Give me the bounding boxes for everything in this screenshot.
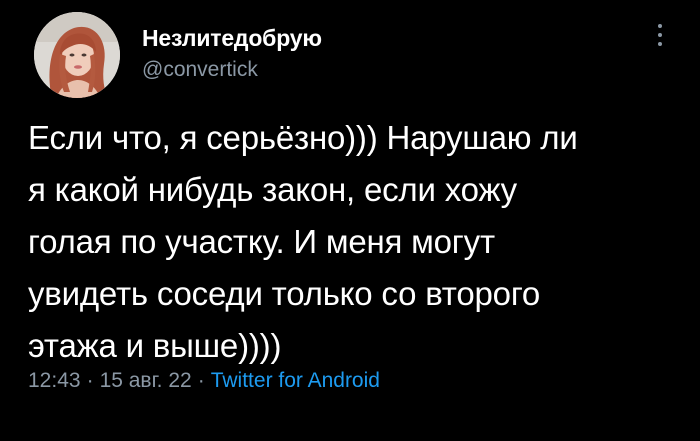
avatar-image	[34, 12, 120, 98]
tweet-source-link[interactable]: Twitter for Android	[211, 369, 380, 392]
separator: ·	[86, 369, 94, 392]
tweet: Незлитедобрую @convertick Если что, я се…	[0, 0, 700, 441]
separator: ·	[197, 369, 205, 392]
tweet-date: 15 авг. 22	[99, 369, 192, 392]
tweet-time: 12:43	[28, 369, 81, 392]
more-vertical-icon[interactable]	[652, 20, 668, 50]
tweet-meta: 12:43 · 15 авг. 22 · Twitter for Android	[28, 369, 380, 393]
username-handle[interactable]: @convertick	[142, 58, 258, 82]
tweet-text: Если что, я серьёзно))) Нарушаю ли я как…	[28, 119, 578, 364]
display-name[interactable]: Незлитедобрую	[142, 25, 322, 52]
avatar[interactable]	[34, 12, 120, 98]
